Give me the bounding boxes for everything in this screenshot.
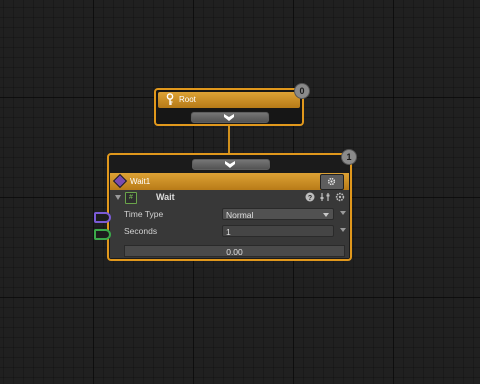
- key-icon: [166, 93, 174, 105]
- root-execution-badge: 0: [295, 84, 309, 98]
- wait1-input-port[interactable]: [191, 158, 271, 171]
- root-output-port[interactable]: [190, 111, 270, 124]
- seconds-row: Seconds 1: [110, 224, 349, 238]
- dropdown-arrow-icon: [323, 213, 329, 217]
- time-type-data-connector[interactable]: [94, 212, 111, 223]
- presets-icon[interactable]: [320, 192, 330, 202]
- wait1-execution-badge: 1: [342, 150, 356, 164]
- root-wait-link[interactable]: [228, 126, 230, 154]
- wait1-node-header[interactable]: Wait1: [110, 173, 349, 190]
- wait-component-title: Wait: [156, 192, 175, 202]
- foldout-arrow-icon[interactable]: [115, 195, 121, 200]
- field-options-arrow-icon[interactable]: [340, 211, 346, 215]
- gear-icon: [327, 177, 336, 186]
- root-node-header[interactable]: Root: [158, 92, 300, 108]
- wait1-node-title: Wait1: [130, 177, 151, 186]
- chevron-down-icon: [225, 161, 235, 168]
- time-type-row: Time Type Normal: [110, 207, 349, 221]
- node-settings-button[interactable]: [320, 174, 344, 190]
- wait-component-header[interactable]: # Wait ?: [110, 190, 349, 205]
- task-diamond-icon: [112, 173, 128, 189]
- chevron-down-icon: [224, 114, 234, 121]
- wait-progress-bar: 0.00: [124, 245, 345, 257]
- seconds-input[interactable]: 1: [222, 225, 334, 237]
- wait-component: # Wait ? Time Type Normal Seconds 1 0.00: [110, 190, 349, 258]
- script-icon: #: [125, 192, 137, 204]
- root-node-title: Root: [179, 95, 196, 104]
- wait1-node[interactable]: Wait1 # Wait ? Time Type Normal Seconds …: [107, 153, 352, 261]
- settings-icon[interactable]: [335, 192, 345, 202]
- progress-text: 0.00: [226, 247, 243, 257]
- root-node[interactable]: Root: [154, 88, 304, 126]
- seconds-value: 1: [226, 227, 231, 237]
- seconds-label: Seconds: [124, 226, 158, 236]
- time-type-value: Normal: [226, 210, 254, 220]
- seconds-data-connector[interactable]: [94, 229, 111, 240]
- field-options-arrow-icon[interactable]: [340, 228, 346, 232]
- time-type-label: Time Type: [124, 209, 164, 219]
- help-icon[interactable]: ?: [305, 192, 315, 202]
- time-type-dropdown[interactable]: Normal: [222, 208, 334, 220]
- svg-text:?: ?: [308, 195, 312, 202]
